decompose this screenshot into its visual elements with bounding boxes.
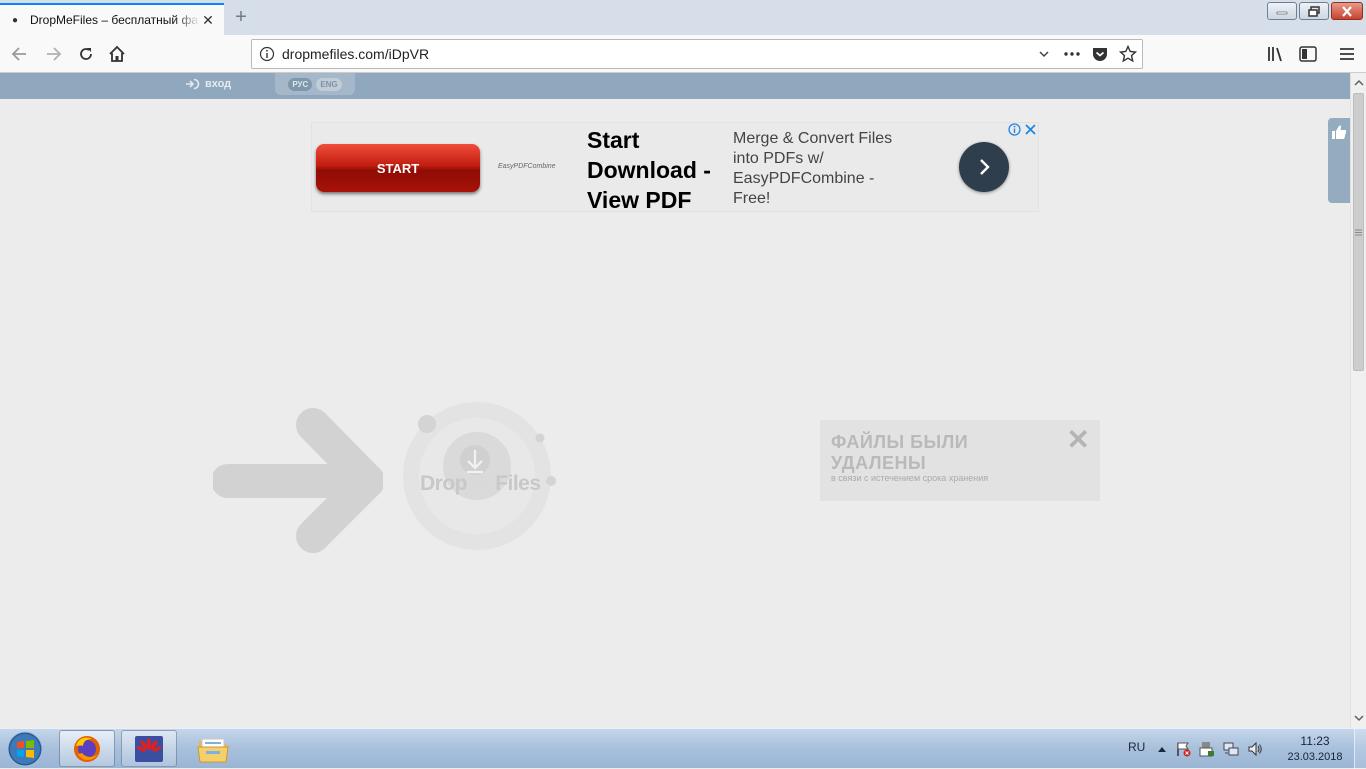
system-tray: [1157, 741, 1263, 757]
notice-title-line1: ФАЙЛЫ БЫЛИ: [831, 432, 969, 452]
window-restore-button[interactable]: [1299, 2, 1329, 20]
restore-icon: [1308, 5, 1320, 17]
tab-title: DropMeFiles – бесплатный фа: [30, 13, 199, 27]
ad-logo: EasyPDFCombine: [498, 163, 556, 170]
notice-title-line2: УДАЛЕНЫ: [831, 453, 927, 473]
chevron-right-icon: [980, 159, 990, 175]
notice-close-button[interactable]: ✕: [1067, 426, 1090, 454]
network-icon[interactable]: [1223, 741, 1239, 757]
folder-icon: [197, 738, 229, 762]
sidebar-icon: [1299, 46, 1317, 62]
logo-part-me: Me: [467, 472, 496, 495]
close-icon: [1342, 5, 1352, 17]
lang-ru-button[interactable]: РУС: [288, 77, 313, 91]
home-button[interactable]: [103, 40, 131, 68]
login-link[interactable]: вход: [185, 78, 231, 90]
tray-language[interactable]: RU: [1128, 740, 1145, 754]
ad-headline[interactable]: Start Download - View PDF: [587, 125, 727, 215]
logo-wordmark: DropMeFiles: [420, 472, 541, 496]
volume-icon[interactable]: [1247, 741, 1263, 757]
arrow-left-icon: [11, 47, 26, 61]
show-desktop-button[interactable]: [1354, 729, 1366, 769]
tab-strip: ● DropMeFiles – бесплатный фа ✕ +: [0, 0, 1366, 35]
url-text[interactable]: dropmefiles.com/iDpVR: [282, 46, 1030, 62]
library-button[interactable]: [1262, 40, 1290, 68]
grip-icon: [1355, 229, 1362, 235]
taskbar-huawei-app[interactable]: [121, 730, 177, 767]
files-deleted-notice: ФАЙЛЫ БЫЛИ УДАЛЕНЫ в связи с истечением …: [820, 420, 1100, 501]
tray-expand-icon[interactable]: [1157, 745, 1167, 753]
window-close-button[interactable]: [1331, 2, 1363, 20]
sidebar-button[interactable]: [1294, 40, 1322, 68]
hamburger-menu-icon: [1340, 48, 1354, 60]
reload-icon: [80, 48, 92, 60]
ad-description[interactable]: Merge & Convert Files into PDFs w/ EasyP…: [733, 129, 908, 209]
ad-next-button[interactable]: [959, 142, 1009, 192]
ad-choices: [1008, 123, 1037, 136]
home-icon: [109, 45, 125, 62]
page-scrollbar[interactable]: [1350, 73, 1366, 728]
taskbar-firefox[interactable]: [59, 730, 115, 767]
taskbar-explorer[interactable]: [185, 730, 241, 767]
forward-button[interactable]: [39, 40, 67, 68]
tray-date: 23.03.2018: [1287, 751, 1343, 763]
new-tab-button[interactable]: +: [230, 6, 252, 28]
pocket-icon[interactable]: [1086, 46, 1114, 62]
upload-arrow-graphic: [213, 408, 383, 553]
ad-info-icon[interactable]: [1008, 123, 1021, 136]
minimize-icon: [1276, 11, 1288, 15]
site-info-icon[interactable]: [252, 46, 282, 62]
huawei-icon: [135, 735, 163, 762]
scroll-thumb[interactable]: [1353, 93, 1364, 371]
window-minimize-button[interactable]: [1267, 2, 1297, 20]
address-bar[interactable]: dropmefiles.com/iDpVR: [251, 39, 1143, 69]
like-side-tab[interactable]: [1328, 118, 1350, 203]
start-button[interactable]: [3, 731, 47, 767]
usb-device-icon[interactable]: [1199, 741, 1215, 757]
tab-favicon-icon: ●: [11, 14, 19, 26]
action-center-flag-icon[interactable]: [1175, 741, 1191, 757]
scroll-down-icon[interactable]: [1352, 711, 1366, 725]
lang-en-button[interactable]: ENG: [316, 77, 342, 91]
language-switcher: РУС ENG: [275, 73, 355, 95]
bookmark-star-icon[interactable]: [1114, 45, 1142, 63]
notice-subtitle: в связи с истечением срока хранения: [831, 473, 989, 483]
reload-button[interactable]: [72, 40, 100, 68]
windows-logo-icon: [7, 731, 43, 767]
library-icon: [1268, 47, 1282, 62]
url-dropdown-chevron-down-icon[interactable]: [1030, 47, 1058, 61]
back-button[interactable]: [6, 40, 34, 68]
menu-button[interactable]: [1333, 40, 1361, 68]
ad-close-icon[interactable]: [1024, 123, 1037, 136]
logo-part-files: Files: [495, 472, 541, 495]
tray-clock[interactable]: 11:23 23.03.2018: [1282, 734, 1348, 763]
logo-part-drop: Drop: [420, 472, 468, 495]
firefox-icon: [74, 735, 100, 762]
navigation-toolbar: dropmefiles.com/iDpVR: [0, 35, 1366, 73]
tray-time: 11:23: [1300, 734, 1330, 748]
scroll-up-icon[interactable]: [1352, 76, 1366, 90]
advertisement-banner[interactable]: START EasyPDFCombine Start Download - Vi…: [311, 122, 1039, 215]
login-label: вход: [205, 78, 232, 90]
ad-start-button[interactable]: START: [316, 144, 480, 192]
login-icon: [186, 78, 200, 90]
browser-tab-active[interactable]: ● DropMeFiles – бесплатный фа ✕: [0, 3, 224, 35]
notice-title: ФАЙЛЫ БЫЛИ УДАЛЕНЫ: [831, 432, 968, 474]
windows-taskbar: RU 11:23 23.03.2018: [0, 728, 1366, 769]
page-actions-more-icon[interactable]: [1058, 51, 1086, 57]
tab-close-button[interactable]: ✕: [200, 12, 216, 28]
thumbs-up-icon: [1332, 125, 1347, 139]
site-top-bar: вход РУС ENG: [0, 73, 1350, 99]
arrow-right-icon: [47, 47, 62, 61]
